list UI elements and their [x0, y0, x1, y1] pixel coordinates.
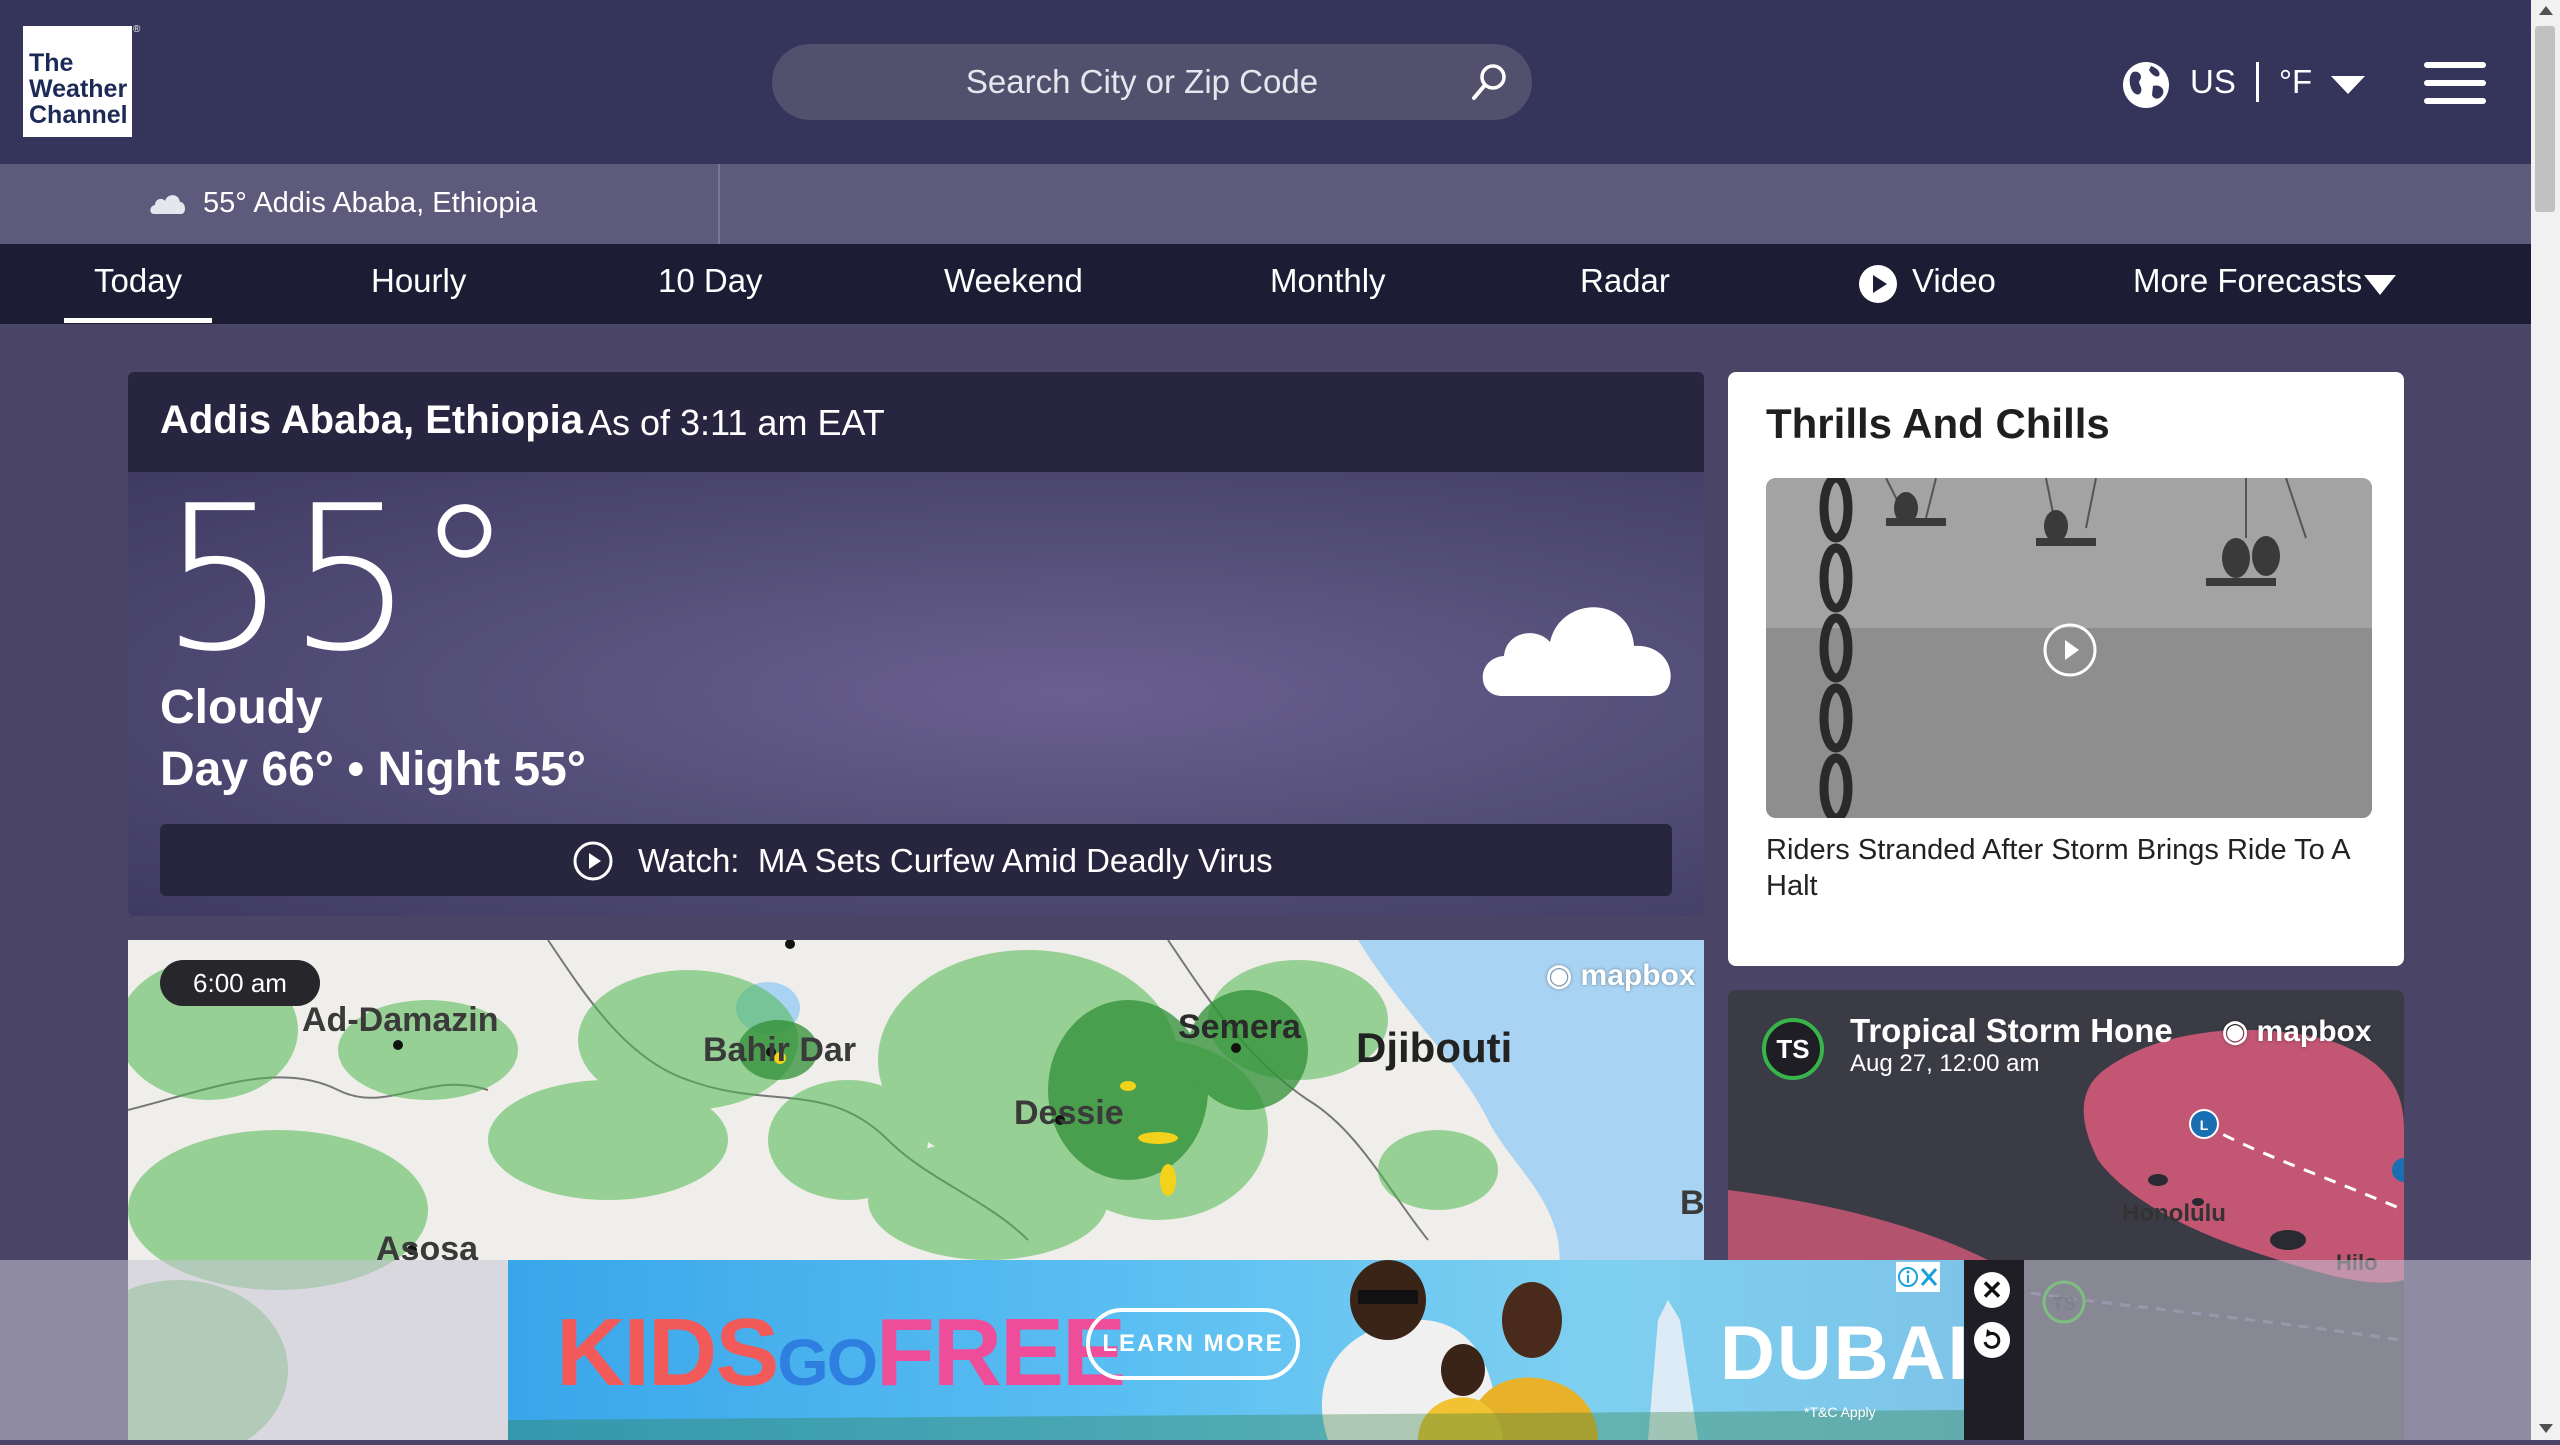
ad-go: GO: [777, 1325, 878, 1399]
search-placeholder: Search City or Zip Code: [965, 63, 1319, 100]
tab-10-day[interactable]: 10 Day: [658, 262, 763, 300]
ad-brand-logo: DUBAI: [1720, 1311, 1971, 1396]
cloudy-weather-icon: [1482, 607, 1671, 696]
search-bar[interactable]: Search City or Zip Code: [772, 44, 1532, 120]
logo-line-3: Channel: [29, 101, 128, 129]
tab-video[interactable]: Video: [1912, 262, 1996, 300]
recent-location-temp: 55°: [203, 187, 247, 219]
search-icon[interactable]: [1468, 60, 1512, 104]
logo-line-2: Weather: [29, 75, 128, 103]
watch-label: Watch:: [638, 842, 740, 879]
locale-unit: °F: [2278, 63, 2313, 100]
weather-phrase: Cloudy: [160, 681, 323, 734]
current-location-title: Addis Ababa, Ethiopia: [160, 398, 583, 442]
locale-divider: [2255, 62, 2259, 102]
ad-fine-print: *T&C Apply: [1804, 1404, 1876, 1420]
active-tab-indicator: [64, 318, 212, 323]
storm-marker-label: L: [2200, 1117, 2209, 1133]
tropical-storm-badge: TS: [1762, 1018, 1824, 1080]
video-caption-link[interactable]: Riders Stranded After Storm Brings Ride …: [1766, 832, 2366, 904]
tab-today[interactable]: Today: [94, 262, 182, 300]
chevron-down-icon[interactable]: [2331, 76, 2365, 94]
video-card-title: Thrills And Chills: [1766, 400, 2110, 447]
tab-monthly[interactable]: Monthly: [1270, 262, 1386, 300]
scrollbar-thumb[interactable]: [2535, 26, 2555, 212]
storm-name: Tropical Storm Hone: [1850, 1012, 2173, 1049]
adchoices-glyph: [1898, 1267, 1938, 1287]
tab-hourly[interactable]: Hourly: [371, 262, 466, 300]
mapbox-text: mapbox: [2256, 1015, 2372, 1048]
registered-mark: ®: [133, 24, 141, 35]
map-city-label: B: [1680, 1184, 1705, 1222]
map-city-label: Honolulu: [2122, 1200, 2226, 1227]
map-city-label: Ad-Damazin: [302, 1001, 499, 1039]
watch-video-text[interactable]: Watch: MA Sets Curfew Amid Deadly Virus: [638, 842, 1273, 880]
weather-channel-logo[interactable]: The Weather Channel: [23, 26, 132, 137]
storm-marker-label: TS: [2052, 1294, 2075, 1314]
scroll-down-arrow-icon[interactable]: [2539, 1424, 2553, 1433]
logo-line-1: The: [29, 49, 74, 77]
scrollbar-track[interactable]: [2531, 0, 2560, 1440]
radar-timestamp: 6:00 am: [160, 960, 320, 1006]
ad-close-icon[interactable]: ✕: [1974, 1272, 2010, 1308]
adchoices-icon[interactable]: [1896, 1262, 1940, 1292]
tab-radar[interactable]: Radar: [1580, 262, 1670, 300]
map-city-label: Dessie: [1014, 1094, 1124, 1132]
mapbox-attribution[interactable]: ◉ mapbox: [1546, 958, 1696, 993]
play-circle-icon: [573, 841, 613, 881]
globe-icon[interactable]: [2121, 60, 2171, 110]
map-city-label: Djibouti: [1356, 1024, 1513, 1071]
day-night-temps: Day 66° • Night 55°: [160, 743, 586, 796]
tab-weekend[interactable]: Weekend: [944, 262, 1083, 300]
ad-learn-more-button[interactable]: LEARN MORE: [1086, 1308, 1300, 1380]
tab-more-forecasts[interactable]: More Forecasts: [2133, 262, 2362, 300]
chevron-down-icon[interactable]: [2364, 275, 2396, 295]
ad-headline: KIDSGOFREE: [556, 1298, 1126, 1408]
hamburger-menu-icon[interactable]: [2424, 62, 2486, 104]
scroll-up-arrow-icon[interactable]: [2539, 6, 2553, 15]
watch-title: MA Sets Curfew Amid Deadly Virus: [757, 842, 1273, 879]
play-circle-icon: [1859, 265, 1897, 303]
storm-date: Aug 27, 12:00 am: [1850, 1050, 2040, 1077]
current-temperature: 55°: [160, 463, 515, 696]
recent-location-text: 55° Addis Ababa, Ethiopia: [203, 187, 537, 220]
cloud-icon: [150, 195, 186, 214]
mapbox-text: mapbox: [1580, 959, 1696, 992]
ad-kids: KIDS: [556, 1299, 779, 1406]
mapbox-attribution[interactable]: ◉ mapbox: [2222, 1014, 2372, 1049]
observation-time: As of 3:11 am EAT: [588, 402, 885, 443]
locale-selector[interactable]: US °F: [2190, 62, 2312, 102]
map-city-label: Semera: [1178, 1008, 1301, 1046]
recent-location-name: Addis Ababa, Ethiopia: [253, 187, 538, 219]
locale-region: US: [2190, 63, 2236, 100]
map-city-label: Bahir Dar: [703, 1031, 857, 1069]
refresh-icon[interactable]: [1974, 1322, 2010, 1358]
play-circle-icon[interactable]: [2042, 622, 2098, 678]
